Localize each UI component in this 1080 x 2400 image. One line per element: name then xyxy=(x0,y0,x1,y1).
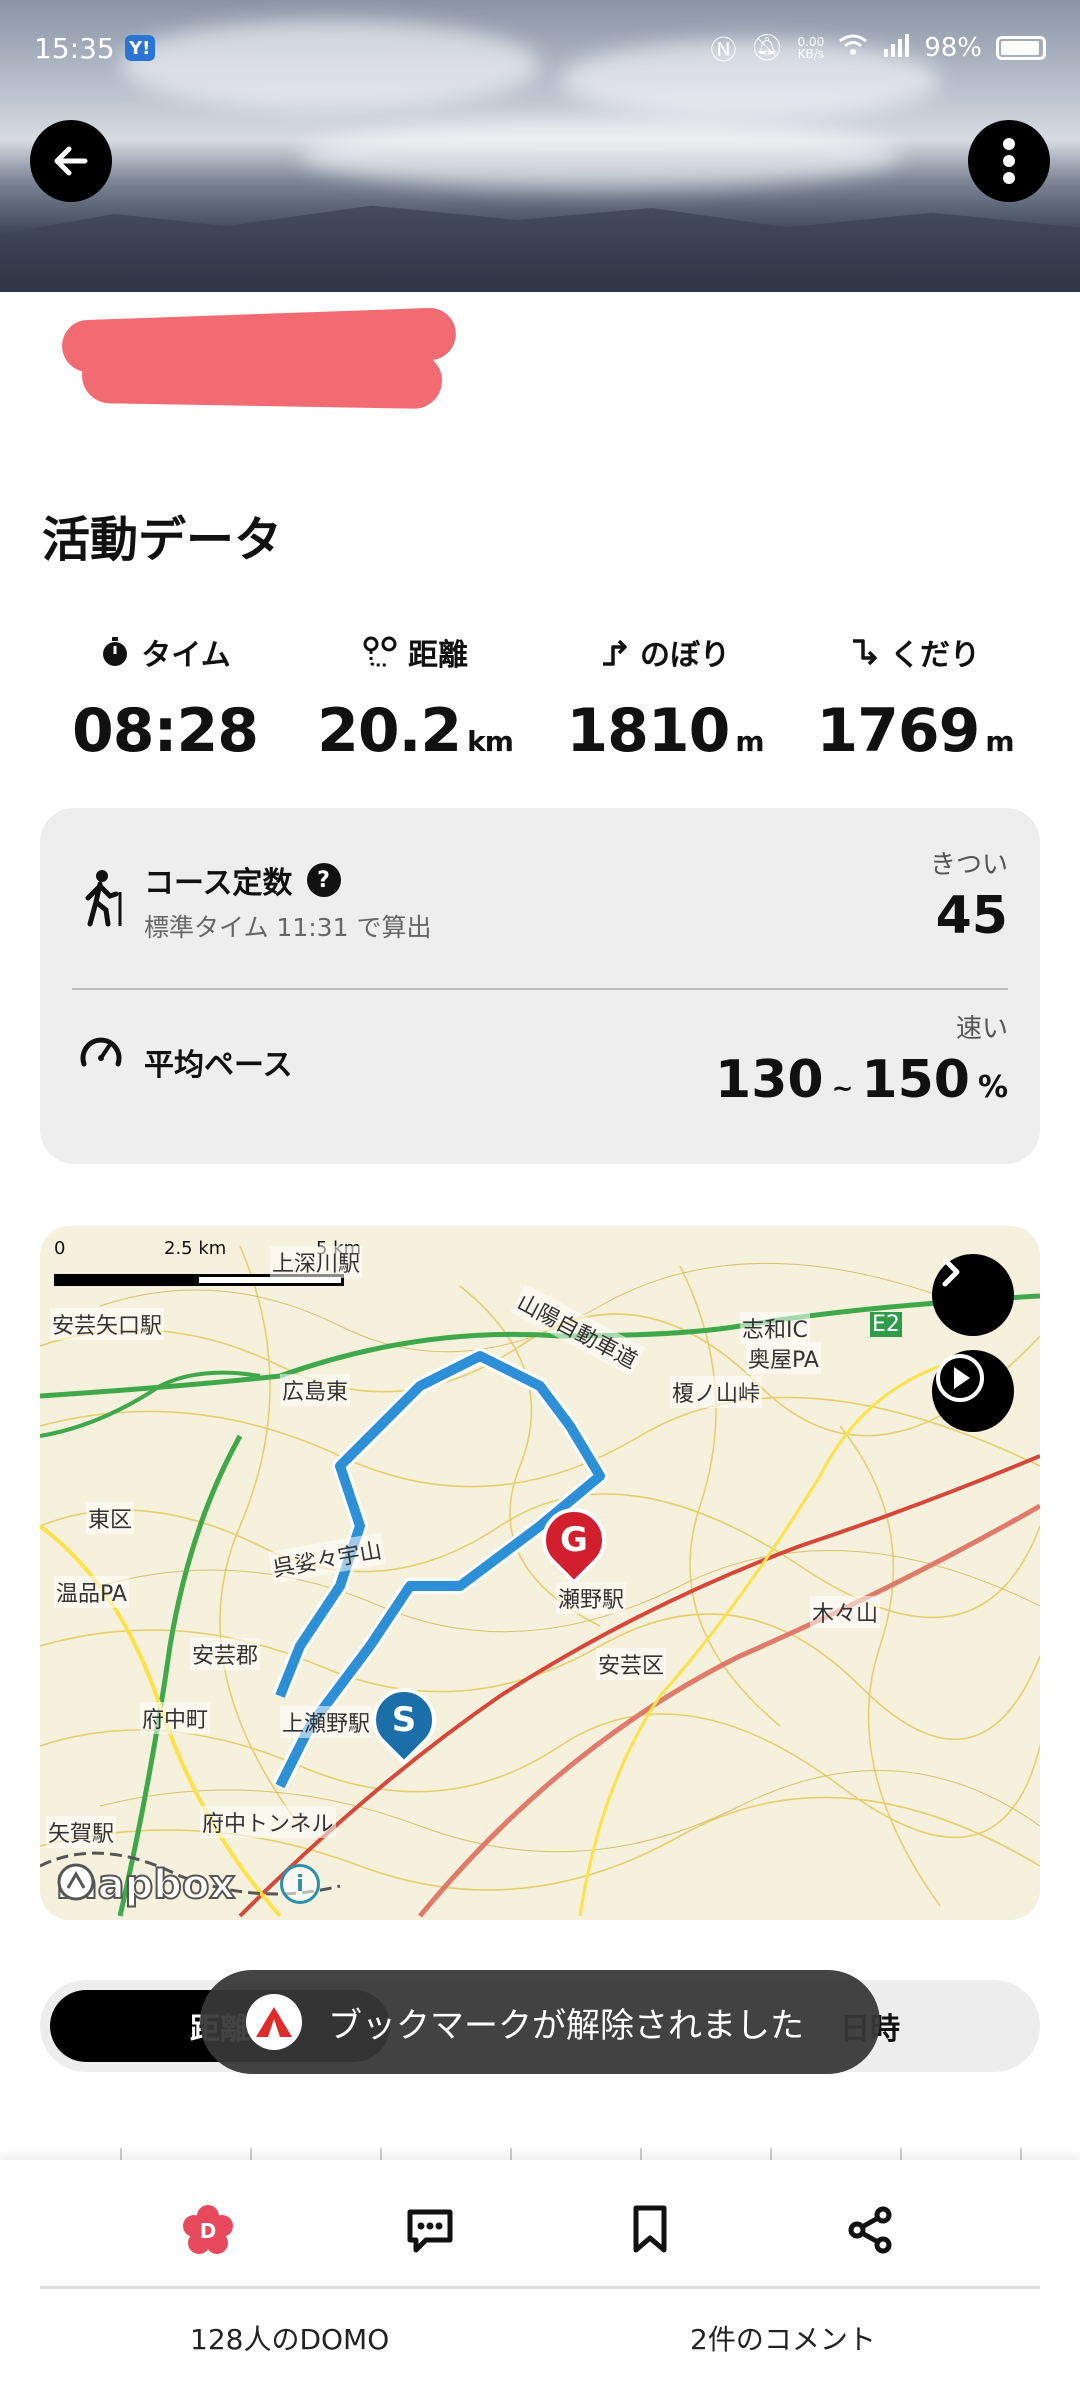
place-label: 広島東 xyxy=(280,1374,351,1406)
goal-marker-label: G xyxy=(560,1520,588,1560)
place-label: 温品PA xyxy=(54,1576,129,1608)
activity-stats: タイム 08:28 距離 20.2 km のぼり 1810 m くだり 1769 m xyxy=(40,630,1040,766)
comment-button[interactable] xyxy=(390,2190,470,2270)
net-speed: 0.00 KB/s xyxy=(797,36,824,60)
place-label: 瀬野駅 xyxy=(556,1582,627,1614)
bottom-action-bar: D 128人のDOMO 2件のコメント xyxy=(0,2160,1080,2400)
ascent-icon xyxy=(603,639,627,666)
bottom-divider xyxy=(40,2286,1040,2289)
map-replay-button[interactable] xyxy=(932,1350,1014,1432)
course-constant-title: コース定数 xyxy=(144,866,293,901)
route-map[interactable]: 0 2.5 km 5 km 安芸矢口駅 広島東 山陽自動車道 志和IC 奥屋PA… xyxy=(40,1226,1040,1920)
more-vertical-icon xyxy=(1003,138,1015,184)
toast-message: ブックマークが解除されました xyxy=(328,2005,804,2046)
course-constant-subtitle: 標準タイム 11:31 で算出 xyxy=(144,913,432,942)
comment-icon xyxy=(407,2209,453,2253)
place-label: 上瀬野駅 xyxy=(280,1706,373,1738)
course-difficulty-tag: きつい xyxy=(929,850,1008,880)
arrow-left-icon xyxy=(54,146,88,176)
battery-percent: 98% xyxy=(924,33,982,63)
course-constant-row[interactable]: コース定数 ? 標準タイム 11:31 で算出 きつい 45 xyxy=(40,808,1040,978)
route-icon xyxy=(363,636,397,667)
map-expand-button[interactable] xyxy=(932,1254,1014,1336)
descent-icon xyxy=(853,639,877,666)
course-constant-value: 45 xyxy=(935,886,1008,946)
scale-label-mid: 2.5 km xyxy=(164,1238,227,1259)
start-marker-label: S xyxy=(391,1700,417,1740)
stat-descent-unit: m xyxy=(985,725,1014,758)
stat-ascent-label: のぼり xyxy=(640,638,730,673)
place-label: 安芸区 xyxy=(596,1648,667,1680)
bell-muted-icon: 🔕︎ xyxy=(750,33,784,63)
chevron-right-icon xyxy=(942,1257,960,1287)
share-icon xyxy=(848,2206,892,2254)
stat-distance-value: 20.2 xyxy=(317,696,462,766)
signal-icon xyxy=(882,33,910,64)
stat-descent-value: 1769 xyxy=(816,696,980,766)
place-label: 矢賀駅 xyxy=(46,1816,117,1848)
stopwatch-icon xyxy=(103,637,128,666)
stat-time: タイム 08:28 xyxy=(40,630,290,766)
nfc-icon: Ⓝ xyxy=(710,35,737,66)
place-label: 木々山 xyxy=(810,1596,881,1628)
expressway-badge: E2 xyxy=(870,1312,902,1337)
battery-icon xyxy=(996,36,1046,60)
place-label: 榎ノ山峠 xyxy=(670,1376,763,1408)
stat-ascent: のぼり 1810 m xyxy=(540,630,790,766)
yahoo-icon: Y! xyxy=(124,35,155,61)
place-label: 安芸郡 xyxy=(190,1638,261,1670)
status-bar: 15:35 Y! Ⓝ 🔕︎ 0.00 KB/s 98% xyxy=(34,28,1046,68)
toast-notification: ブックマークが解除されました xyxy=(200,1970,880,2074)
domo-button[interactable]: D xyxy=(168,2190,248,2270)
share-button[interactable] xyxy=(830,2190,910,2270)
course-pace-card: コース定数 ? 標準タイム 11:31 で算出 きつい 45 平均ペース 速い … xyxy=(40,808,1040,1164)
stat-descent: くだり 1769 m xyxy=(790,630,1040,766)
stat-time-label: タイム xyxy=(141,638,231,673)
domo-count[interactable]: 128人のDOMO xyxy=(190,2318,389,2358)
pace-max: 150 xyxy=(861,1050,970,1110)
average-pace-title: 平均ペース xyxy=(144,1048,293,1083)
scale-label-0: 0 xyxy=(54,1238,66,1259)
domo-icon-letter: D xyxy=(200,2219,217,2243)
domo-flower-icon: D xyxy=(183,2205,233,2254)
stat-ascent-unit: m xyxy=(735,725,764,758)
yamap-logo-icon xyxy=(246,1994,302,2050)
stat-ascent-value: 1810 xyxy=(566,696,730,766)
speedometer-icon xyxy=(80,1037,122,1067)
map-info-button[interactable]: i xyxy=(280,1864,320,1904)
stat-time-value: 08:28 xyxy=(72,696,259,766)
average-pace-row[interactable]: 平均ペース 速い 130 ~150% xyxy=(40,988,1040,1158)
pace-unit: % xyxy=(977,1070,1008,1105)
place-label: 府中トンネル xyxy=(200,1806,336,1838)
status-time: 15:35 xyxy=(34,31,115,65)
stat-distance: 距離 20.2 km xyxy=(290,630,540,766)
place-label: 府中町 xyxy=(140,1702,211,1734)
mapbox-mark-icon xyxy=(57,1863,95,1901)
bookmark-icon xyxy=(633,2205,667,2253)
mapbox-logo: mapbox xyxy=(55,1861,236,1909)
wifi-icon xyxy=(838,33,868,64)
bookmark-button[interactable] xyxy=(610,2190,690,2270)
more-options-button[interactable] xyxy=(968,120,1050,202)
average-pace-value: 130 ~150% xyxy=(715,1050,1008,1110)
activity-title: 活動データ xyxy=(42,512,283,568)
redacted-user-name xyxy=(61,300,457,410)
stat-descent-label: くだり xyxy=(890,638,980,673)
net-speed-unit: KB/s xyxy=(797,47,825,61)
pace-speed-tag: 速い xyxy=(955,1014,1008,1044)
place-label: 志和IC xyxy=(740,1312,810,1344)
stat-distance-label: 距離 xyxy=(408,638,468,673)
comment-count[interactable]: 2件のコメント xyxy=(690,2318,876,2358)
place-label: 奥屋PA xyxy=(746,1342,821,1374)
hiker-icon xyxy=(85,870,122,927)
place-label: 上深川駅 xyxy=(270,1246,363,1278)
pace-separator: ~ xyxy=(831,1074,854,1104)
place-label: 東区 xyxy=(86,1502,135,1534)
play-circle-icon xyxy=(936,1354,984,1402)
place-label: 安芸矢口駅 xyxy=(50,1308,165,1340)
pace-min: 130 xyxy=(715,1050,824,1110)
help-icon[interactable]: ? xyxy=(306,863,341,897)
back-button[interactable] xyxy=(30,120,112,202)
stat-distance-unit: km xyxy=(467,725,514,758)
